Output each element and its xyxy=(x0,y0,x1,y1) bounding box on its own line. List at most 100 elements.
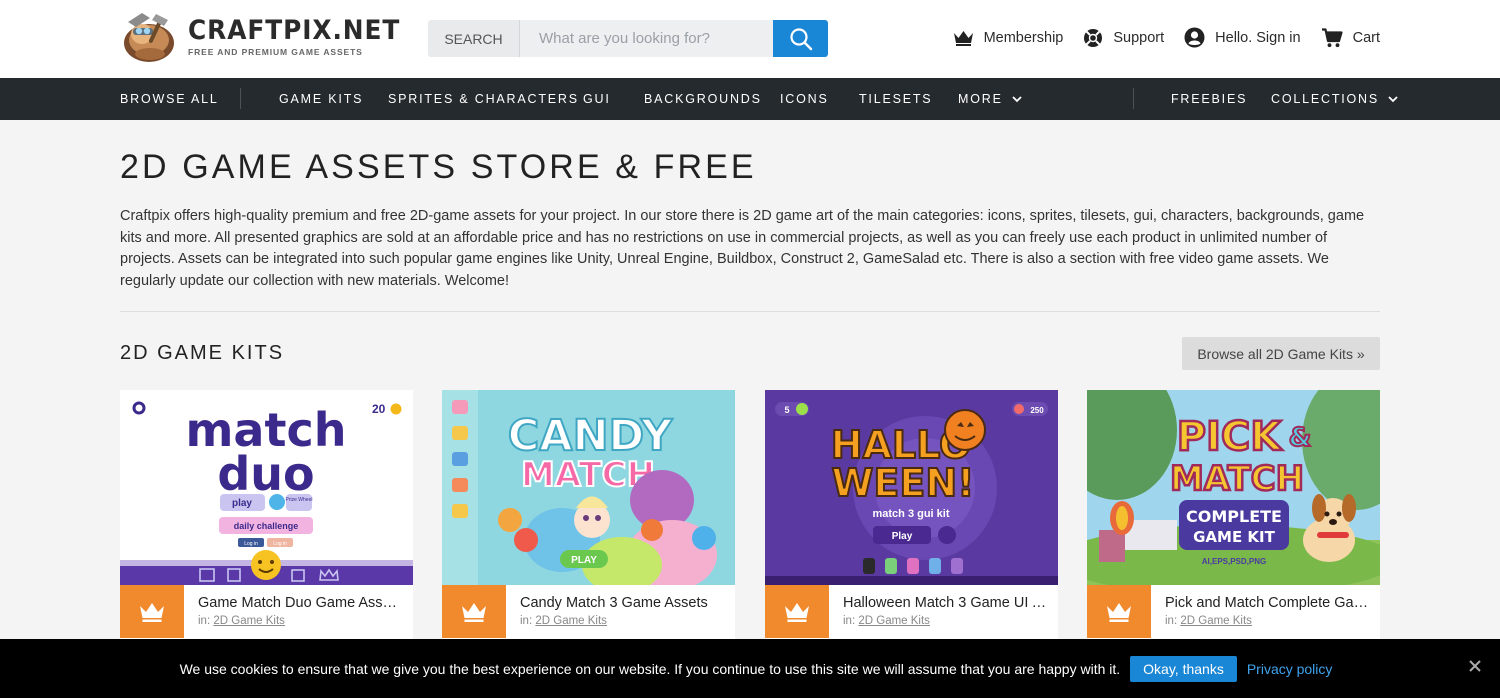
search-button[interactable] xyxy=(773,20,828,57)
product-grid: 20 match duo play Prize Wheel daily chal… xyxy=(120,390,1380,650)
user-nav: Membership Support Hello. Sign in Cart xyxy=(933,27,1380,48)
logo-tagline: FREE AND PREMIUM GAME ASSETS xyxy=(188,47,363,57)
thumb-prize-text: Prize Wheel xyxy=(286,497,313,503)
category-link[interactable]: 2D Game Kits xyxy=(535,615,607,627)
browse-all-game-kits-button[interactable]: Browse all 2D Game Kits » xyxy=(1182,337,1380,370)
thumb-title-line1: CANDY xyxy=(508,411,673,461)
nav-more-label: MORE xyxy=(958,92,1003,106)
thumb-play-text: Play xyxy=(892,531,913,542)
cookie-banner: We use cookies to ensure that we give yo… xyxy=(0,639,1500,698)
nav-backgrounds[interactable]: BACKGROUNDS xyxy=(644,78,762,120)
cookie-message: We use cookies to ensure that we give yo… xyxy=(179,660,1121,677)
section-header: 2D GAME KITS Browse all 2D Game Kits » xyxy=(120,312,1380,390)
premium-badge xyxy=(120,585,184,638)
thumb-title-line2: duo xyxy=(217,447,314,501)
thumb-play-text: PLAY xyxy=(571,555,597,566)
product-meta: Pick and Match Complete Gam... in: 2D Ga… xyxy=(1087,585,1380,645)
support-link[interactable]: Support xyxy=(1083,28,1164,48)
intro-text: Craftpix offers high-quality premium and… xyxy=(120,208,1365,289)
crown-icon xyxy=(785,602,809,622)
category-prefix: in: xyxy=(1165,615,1178,627)
product-name[interactable]: Halloween Match 3 Game UI As... xyxy=(843,595,1049,611)
lifebuoy-icon xyxy=(1084,28,1103,47)
search-input[interactable] xyxy=(520,20,773,57)
thumb-title-line2: MATCH xyxy=(1170,459,1304,499)
product-category: in: 2D Game Kits xyxy=(843,615,930,627)
thumb-coins-text: 250 xyxy=(1030,406,1044,415)
crown-icon xyxy=(140,602,164,622)
page-title: 2D GAME ASSETS STORE & FREE xyxy=(120,148,757,186)
thumb-title-amp: & xyxy=(1289,423,1312,453)
nav-divider xyxy=(240,88,241,109)
cart-link[interactable]: Cart xyxy=(1321,27,1380,48)
premium-badge xyxy=(442,585,506,638)
thumb-subtitle: match 3 gui kit xyxy=(872,508,949,520)
product-category: in: 2D Game Kits xyxy=(1165,615,1252,627)
nav-game-kits[interactable]: GAME KITS xyxy=(279,78,363,120)
membership-link[interactable]: Membership xyxy=(953,29,1064,47)
membership-label: Membership xyxy=(983,29,1064,46)
search-bar: SEARCH xyxy=(428,20,828,57)
logo-mascot-icon xyxy=(120,10,176,64)
logo-title: CRAFTPIX.NET xyxy=(188,15,401,46)
nav-browse-all[interactable]: BROWSE ALL xyxy=(120,78,219,120)
nav-collections-label: COLLECTIONS xyxy=(1271,92,1380,106)
nav-more[interactable]: MORE xyxy=(958,78,1022,120)
product-card[interactable]: CANDY MATCH PLAY Candy Match 3 Game Asse… xyxy=(442,390,735,650)
product-name[interactable]: Game Match Duo Game Assets ... xyxy=(198,595,404,611)
category-prefix: in: xyxy=(843,615,856,627)
thumb-login-text: Log in xyxy=(273,541,287,547)
thumb-lives-text: 5 xyxy=(784,405,789,415)
user-account-icon xyxy=(1184,27,1205,48)
product-thumbnail[interactable]: 20 match duo play Prize Wheel daily chal… xyxy=(120,390,413,585)
premium-badge xyxy=(765,585,829,638)
thumb-title-line2: WEEN! xyxy=(832,461,975,505)
product-meta: Halloween Match 3 Game UI As... in: 2D G… xyxy=(765,585,1058,645)
thumb-play-text: play xyxy=(232,498,252,509)
product-name[interactable]: Pick and Match Complete Gam... xyxy=(1165,595,1371,611)
product-name[interactable]: Candy Match 3 Game Assets xyxy=(520,595,726,611)
thumb-challenge-text: daily challenge xyxy=(234,521,299,531)
section-title: 2D GAME KITS xyxy=(120,342,285,364)
product-category: in: 2D Game Kits xyxy=(520,615,607,627)
product-card[interactable]: PICK & MATCH COMPLETE GAME KIT AI,EPS,PS… xyxy=(1087,390,1380,650)
category-prefix: in: xyxy=(520,615,533,627)
search-label: SEARCH xyxy=(428,20,520,57)
logo[interactable]: CRAFTPIX.NET FREE AND PREMIUM GAME ASSET… xyxy=(120,10,419,64)
nav-tilesets[interactable]: TILESETS xyxy=(859,78,932,120)
nav-divider xyxy=(1133,88,1134,109)
thumb-formats: AI,EPS,PSD,PNG xyxy=(1202,557,1266,566)
thumb-title-line1: PICK xyxy=(1177,414,1284,460)
premium-badge xyxy=(1087,585,1151,638)
nav-freebies[interactable]: FREEBIES xyxy=(1171,78,1247,120)
nav-icons[interactable]: ICONS xyxy=(780,78,829,120)
main-content: 2D GAME ASSETS STORE & FREE Craftpix off… xyxy=(0,148,1500,650)
category-link[interactable]: 2D Game Kits xyxy=(213,615,285,627)
chevron-down-icon xyxy=(1388,95,1398,102)
thumb-title-line3: COMPLETE xyxy=(1186,507,1282,526)
product-category: in: 2D Game Kits xyxy=(198,615,285,627)
category-link[interactable]: 2D Game Kits xyxy=(1180,615,1252,627)
cookie-accept-button[interactable]: Okay, thanks xyxy=(1130,655,1237,682)
product-thumbnail[interactable]: CANDY MATCH PLAY xyxy=(442,390,735,585)
nav-collections[interactable]: COLLECTIONS xyxy=(1271,78,1398,120)
crown-icon xyxy=(953,30,973,46)
signin-label: Hello. Sign in xyxy=(1215,29,1301,46)
category-link[interactable]: 2D Game Kits xyxy=(858,615,930,627)
main-nav: BROWSE ALL GAME KITS SPRITES & CHARACTER… xyxy=(0,78,1500,120)
close-icon[interactable] xyxy=(1468,659,1482,676)
product-card[interactable]: 20 match duo play Prize Wheel daily chal… xyxy=(120,390,413,650)
nav-gui[interactable]: GUI xyxy=(583,78,611,120)
nav-sprites-characters[interactable]: SPRITES & CHARACTERS xyxy=(388,78,579,120)
product-thumbnail[interactable]: 5 250 HALLO WEEN! match 3 gui kit Play xyxy=(765,390,1058,585)
site-header: CRAFTPIX.NET FREE AND PREMIUM GAME ASSET… xyxy=(0,0,1500,78)
product-card[interactable]: 5 250 HALLO WEEN! match 3 gui kit Play H… xyxy=(765,390,1058,650)
cart-label: Cart xyxy=(1352,29,1380,46)
signin-link[interactable]: Hello. Sign in xyxy=(1184,27,1301,48)
product-thumbnail[interactable]: PICK & MATCH COMPLETE GAME KIT AI,EPS,PS… xyxy=(1087,390,1380,585)
privacy-policy-link[interactable]: Privacy policy xyxy=(1247,661,1333,677)
thumb-coins-text: 20 xyxy=(372,402,386,416)
product-meta: Candy Match 3 Game Assets in: 2D Game Ki… xyxy=(442,585,735,645)
search-icon xyxy=(789,27,812,50)
thumb-title-line4: GAME KIT xyxy=(1193,528,1276,546)
